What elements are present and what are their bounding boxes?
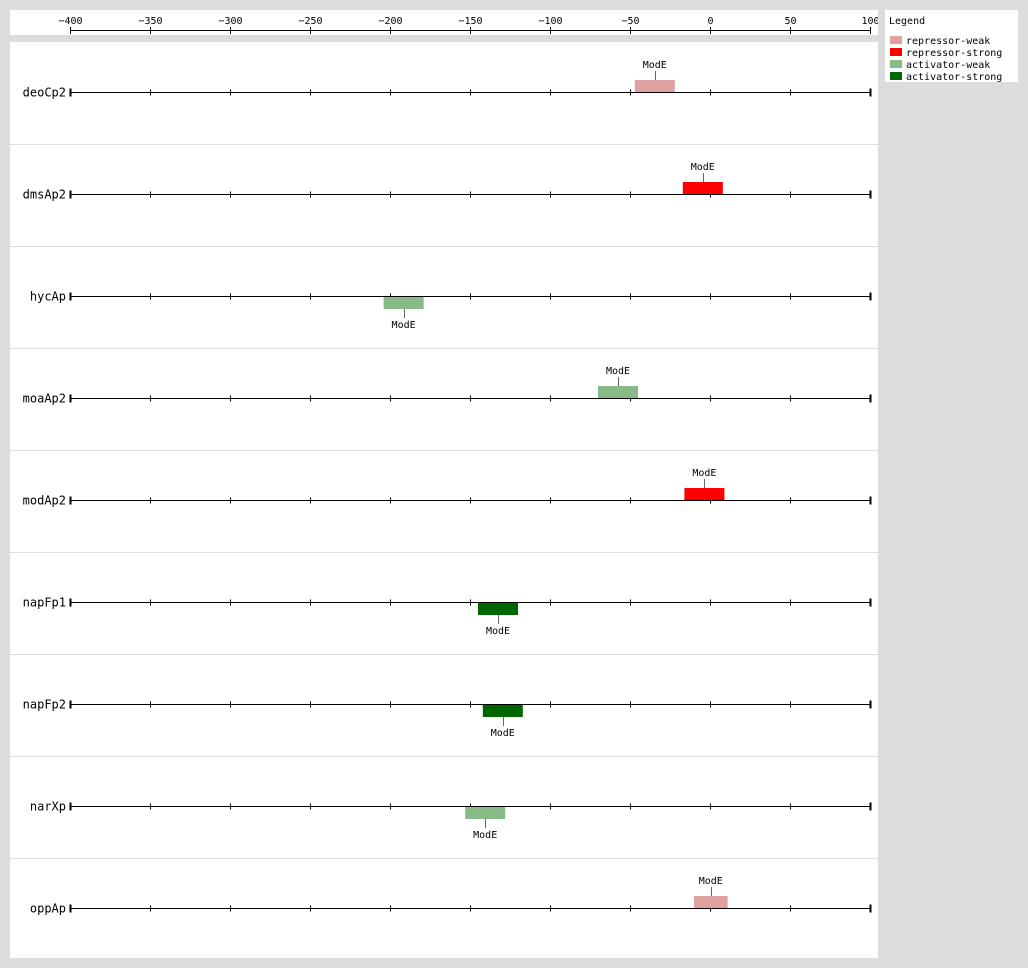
promoter-name: dmsAp2 <box>23 188 66 202</box>
promoter-track-panel: deoCp2 ModE dmsAp2 ModE hycAp ModE moaAp2 ModE m… <box>10 42 878 958</box>
scale-tick-label: −300 <box>218 16 242 27</box>
binding-site-box[interactable] <box>478 603 518 615</box>
scale-tick-label: −50 <box>621 16 639 27</box>
binding-site-box[interactable] <box>682 182 723 194</box>
binding-site-label: ModE <box>699 876 723 887</box>
scale-tick-label: −250 <box>298 16 322 27</box>
binding-site-label: ModE <box>692 468 716 479</box>
promoter-name: napFp1 <box>23 596 66 610</box>
promoter-name: modAp2 <box>23 494 66 508</box>
binding-site-box[interactable] <box>482 705 523 717</box>
promoter-name: oppAp <box>30 902 66 916</box>
legend-label: repressor-weak <box>906 36 990 47</box>
binding-site-box[interactable] <box>598 386 638 398</box>
promoter-track-narXp: narXp ModE <box>10 756 878 841</box>
legend-swatch-activator-weak <box>890 60 902 68</box>
promoter-tracks: deoCp2ModEdmsAp2ModEhycApModEmoaAp2ModEm… <box>10 60 878 916</box>
binding-site-label: ModE <box>392 320 416 331</box>
promoter-track-napFp1: napFp1 ModE <box>10 552 878 637</box>
promoter-track-hycAp: hycAp ModE <box>10 246 878 331</box>
scale-tick-label: −150 <box>458 16 482 27</box>
scale-tick-label: −100 <box>538 16 562 27</box>
binding-site-label: ModE <box>486 626 510 637</box>
binding-site-box[interactable] <box>465 807 506 819</box>
promoter-track-modAp2: modAp2 ModE <box>10 450 878 508</box>
legend-label: activator-weak <box>906 60 990 71</box>
legend-title: Legend <box>889 16 925 27</box>
binding-site-label: ModE <box>606 366 630 377</box>
promoter-name: deoCp2 <box>23 86 66 100</box>
scale-tick-label: 100 <box>861 16 878 27</box>
binding-site-box[interactable] <box>694 896 728 908</box>
legend-label: activator-strong <box>906 72 1002 82</box>
binding-site-label: ModE <box>643 60 667 71</box>
legend: Legend repressor-weak repressor-strong acti… <box>885 10 1018 83</box>
binding-site-box[interactable] <box>383 297 424 309</box>
legend-swatch-activator-strong <box>890 72 902 80</box>
promoter-track-dmsAp2: dmsAp2 ModE <box>10 144 878 202</box>
promoter-name: moaAp2 <box>23 392 66 406</box>
position-scale: −400 −350 −300 −250 −200 −150 −100 −50 0 50 100 <box>58 16 880 34</box>
legend-swatch-repressor-weak <box>890 36 902 44</box>
position-scale-bar: −400 −350 −300 −250 −200 −150 −100 −50 0 50 100 <box>10 10 880 35</box>
scale-tick-label: 0 <box>707 16 713 27</box>
scale-tick-label: −350 <box>138 16 162 27</box>
promoter-track-oppAp: oppAp ModE <box>10 858 878 916</box>
binding-site-label: ModE <box>473 830 497 841</box>
promoter-track-moaAp2: moaAp2 ModE <box>10 348 878 406</box>
legend-box: Legendrepressor-weakrepressor-strongacti… <box>889 16 1002 83</box>
scale-tick-label: −400 <box>58 16 82 27</box>
binding-site-box[interactable] <box>634 80 675 92</box>
promoter-track-napFp2: napFp2 ModE <box>10 654 878 739</box>
legend-label: repressor-strong <box>906 48 1002 59</box>
binding-site-label: ModE <box>691 162 715 173</box>
legend-swatch-repressor-strong <box>890 48 902 56</box>
binding-site-box[interactable] <box>684 488 725 500</box>
promoter-name: narXp <box>30 800 66 814</box>
promoter-track-deoCp2: deoCp2 ModE <box>23 60 872 100</box>
scale-tick-label: −200 <box>378 16 402 27</box>
binding-site-label: ModE <box>491 728 515 739</box>
scale-tick-label: 50 <box>784 16 796 27</box>
promoter-name: napFp2 <box>23 698 66 712</box>
promoter-name: hycAp <box>30 290 66 304</box>
